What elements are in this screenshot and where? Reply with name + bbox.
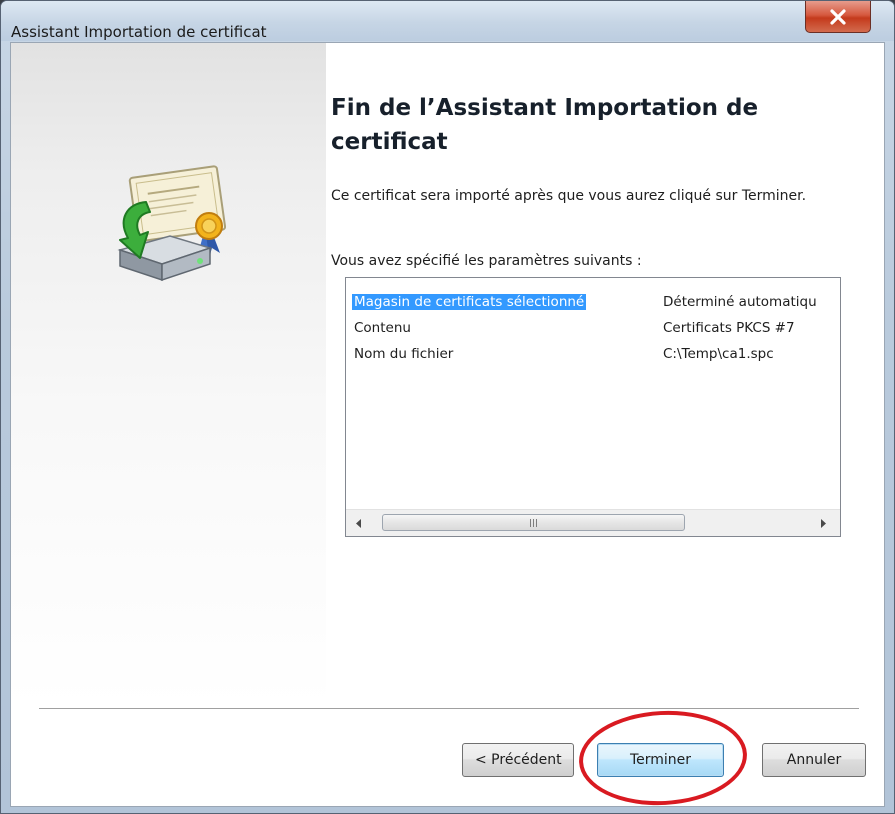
list-item[interactable]: Magasin de certificats sélectionné Déter…: [346, 292, 840, 318]
cancel-button[interactable]: Annuler: [762, 743, 866, 777]
wizard-client-area: Fin de l’Assistant Importation de certif…: [10, 42, 885, 810]
list-item-name: Nom du fichier: [354, 346, 454, 362]
horizontal-scrollbar[interactable]: [346, 509, 840, 536]
scroll-left-button[interactable]: [352, 517, 366, 529]
list-item-value: Déterminé automatiqu: [663, 294, 817, 310]
list-item[interactable]: Nom du fichier C:\Temp\ca1.spc: [346, 344, 840, 370]
list-item-value: C:\Temp\ca1.spc: [663, 346, 774, 362]
close-button[interactable]: [805, 1, 871, 33]
page-title: Fin de l’Assistant Importation de certif…: [331, 95, 759, 155]
scrollbar-grip-icon: [529, 518, 538, 527]
certificate-import-wizard-window: Assistant Importation de certificat Fin …: [0, 0, 895, 814]
footer-divider: [39, 708, 859, 710]
wizard-side-panel: [11, 43, 326, 708]
wizard-description: Ce certificat sera importé après que vou…: [331, 188, 807, 204]
scroll-left-arrow-icon: [356, 518, 361, 528]
title-bar[interactable]: Assistant Importation de certificat: [1, 1, 894, 41]
scroll-right-button[interactable]: [816, 517, 830, 529]
close-icon: [830, 8, 846, 25]
list-item-name: Magasin de certificats sélectionné: [352, 294, 587, 310]
window-title: Assistant Importation de certificat: [11, 23, 267, 41]
settings-listview[interactable]: Magasin de certificats sélectionné Déter…: [345, 277, 841, 537]
finish-button[interactable]: Terminer: [597, 743, 724, 777]
list-item[interactable]: Contenu Certificats PKCS #7: [346, 318, 840, 344]
scroll-right-arrow-icon: [821, 518, 826, 528]
scrollbar-thumb[interactable]: [382, 514, 685, 531]
previous-button[interactable]: < Précédent: [462, 743, 574, 777]
list-item-name: Contenu: [354, 320, 411, 336]
settings-list-label: Vous avez spécifié les paramètres suivan…: [331, 253, 642, 269]
list-item-value: Certificats PKCS #7: [663, 320, 795, 336]
certificate-import-icon: [117, 165, 227, 282]
